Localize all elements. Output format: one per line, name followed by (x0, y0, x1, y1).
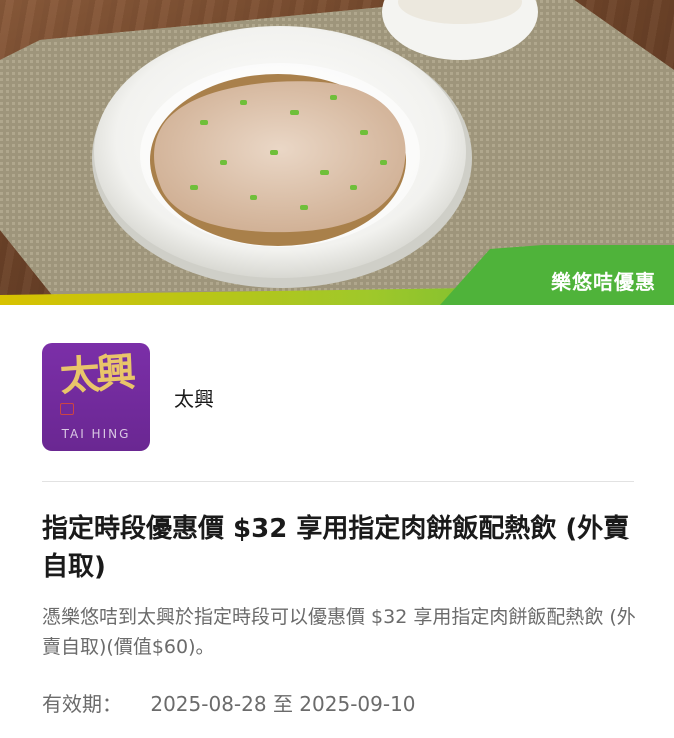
hero-banner: 樂悠咭優惠 (0, 0, 674, 305)
logo-seal-icon (60, 403, 74, 415)
merchant-name[interactable]: 太興 (174, 383, 214, 412)
validity-range: 2025-08-28 至 2025-09-10 (150, 692, 416, 716)
meat-patty (154, 81, 406, 233)
promo-band: 樂悠咭優惠 (0, 245, 674, 305)
merchant-row[interactable]: 太興 TAI HING 太興 (42, 343, 214, 451)
offer-description: 憑樂悠咭到太興於指定時段可以優惠價 $32 享用指定肉餅飯配熱飲 (外賣自取)(… (42, 606, 636, 658)
validity-label: 有效期： (42, 692, 122, 716)
logo-wordmark: 太興 (58, 348, 134, 401)
offer-title: 指定時段優惠價 $32 享用指定肉餅飯配熱飲 (外賣自取) (42, 514, 630, 582)
promo-label: 樂悠咭優惠 (551, 270, 656, 294)
merchant-logo: 太興 TAI HING (42, 343, 150, 451)
logo-english-text: TAI HING (61, 427, 131, 441)
divider (42, 481, 634, 482)
validity-row: 有效期： 2025-08-28 至 2025-09-10 (42, 688, 416, 717)
